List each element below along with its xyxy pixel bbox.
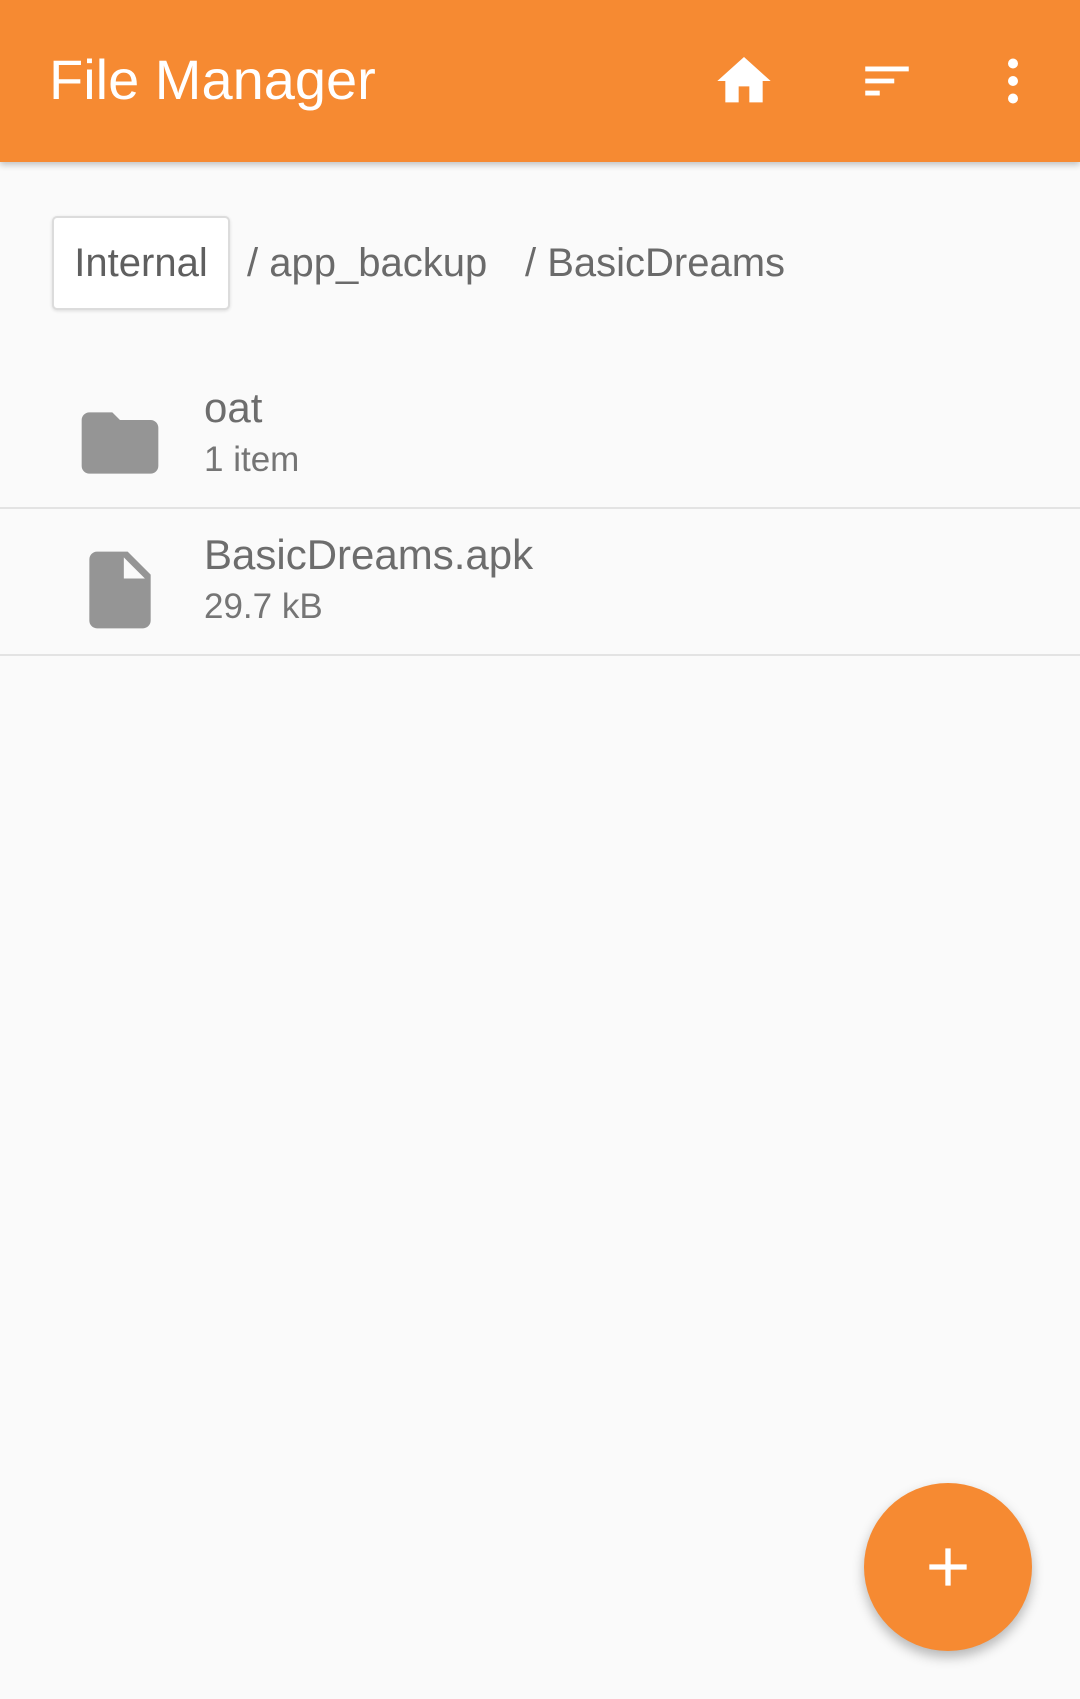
sort-button[interactable] xyxy=(847,41,927,121)
home-button[interactable] xyxy=(704,41,784,121)
list-item-file-basicdreams-apk[interactable]: BasicDreams.apk 29.7 kB xyxy=(0,509,1080,656)
list-item-folder-oat[interactable]: oat 1 item xyxy=(0,362,1080,509)
breadcrumb: Internal / app_backup / BasicDreams xyxy=(0,162,1080,362)
app-bar: File Manager xyxy=(0,0,1080,162)
app-title: File Manager xyxy=(49,48,376,111)
sort-icon xyxy=(865,66,909,96)
file-meta: 1 item xyxy=(204,440,300,479)
file-meta: 29.7 kB xyxy=(204,587,323,626)
breadcrumb-root-internal[interactable]: Internal xyxy=(52,216,230,310)
home-icon xyxy=(717,57,771,103)
more-options-button[interactable] xyxy=(973,41,1053,121)
breadcrumb-segment-basicdreams[interactable]: / BasicDreams xyxy=(525,240,785,286)
add-icon xyxy=(929,1548,967,1586)
file-name: oat xyxy=(204,384,263,431)
add-button[interactable] xyxy=(864,1483,1032,1651)
breadcrumb-segment-app-backup[interactable]: / app_backup xyxy=(247,240,487,286)
folder-icon xyxy=(81,412,159,474)
more-vert-icon xyxy=(1008,58,1018,104)
file-list: oat 1 item BasicDreams.apk 29.7 kB xyxy=(0,362,1080,656)
file-name: BasicDreams.apk xyxy=(204,531,534,578)
file-icon xyxy=(89,551,151,629)
